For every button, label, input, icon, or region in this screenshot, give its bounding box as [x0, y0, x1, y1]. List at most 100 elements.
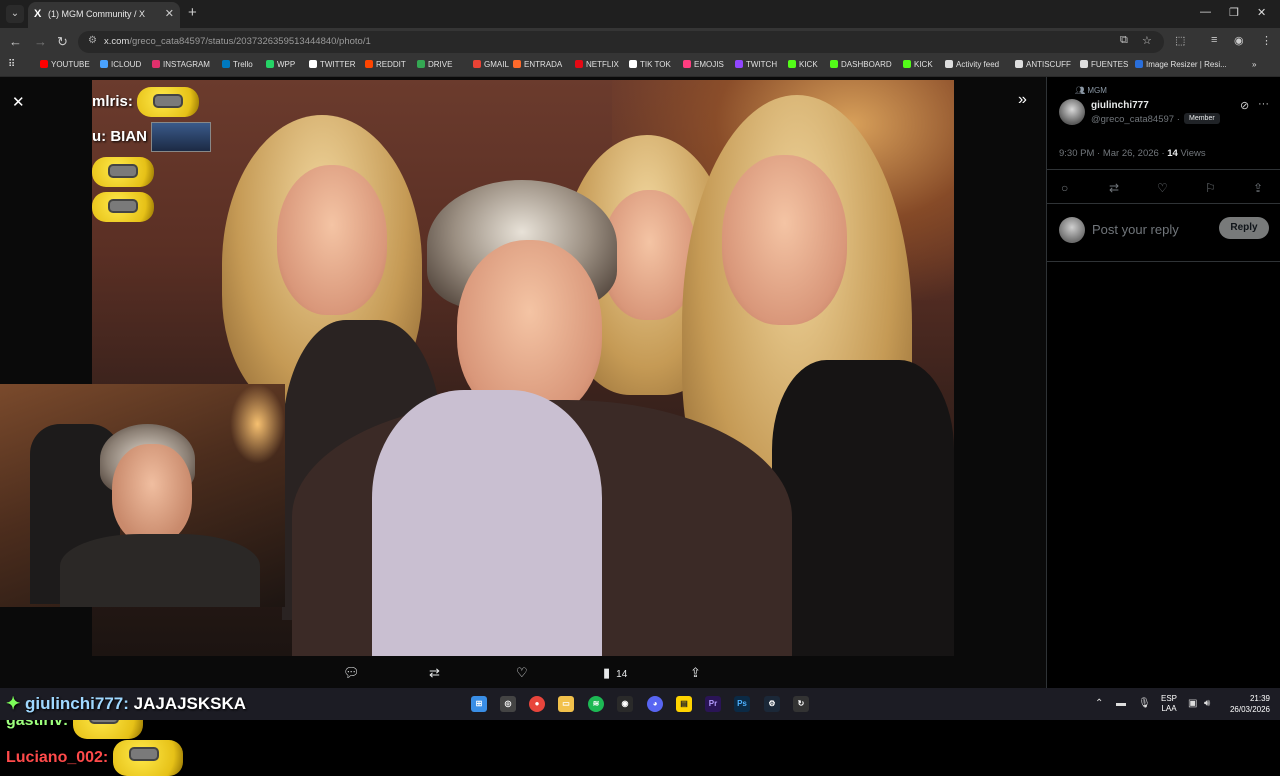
extensions-icon[interactable]: ⬚: [1175, 34, 1185, 47]
bookmark-item[interactable]: GMAIL: [473, 60, 509, 69]
bookmark-item[interactable]: DASHBOARD: [830, 60, 892, 69]
network-icon[interactable]: ▣: [1188, 698, 1197, 709]
bookmark-item[interactable]: Image Resizer | Resi...: [1135, 60, 1227, 69]
minimize-icon[interactable]: —: [1200, 6, 1211, 18]
views-button[interactable]: ▮ 14: [603, 665, 627, 681]
forward-icon[interactable]: →: [34, 34, 47, 49]
taskbar-app-icon[interactable]: ↻: [793, 696, 809, 712]
maximize-icon[interactable]: ❐: [1229, 6, 1239, 19]
stream-chat-message: JAJAJSKSKA: [133, 694, 247, 713]
region-code: LAA: [1161, 704, 1177, 713]
bookmark-label: ICLOUD: [111, 60, 142, 69]
bookmark-star-icon[interactable]: ☆: [1142, 34, 1152, 47]
bookmark-item[interactable]: TWITCH: [735, 60, 777, 69]
repost-icon[interactable]: ⇄: [1109, 181, 1119, 195]
browser-menu-icon[interactable]: ⋮: [1261, 34, 1272, 47]
tab-active[interactable]: X (1) MGM Community / X ✕: [28, 2, 180, 28]
share-icon[interactable]: ⇪: [690, 665, 701, 681]
collapse-panel-icon[interactable]: »: [1018, 91, 1027, 109]
grok-icon[interactable]: ⊘: [1240, 99, 1249, 112]
close-viewer-icon[interactable]: ✕: [12, 93, 25, 111]
share-icon[interactable]: ⇪: [1253, 181, 1263, 195]
reply-input[interactable]: Post your reply: [1092, 222, 1179, 237]
like-icon[interactable]: ♡: [516, 665, 528, 681]
reload-icon[interactable]: ↻: [57, 34, 68, 50]
url-input[interactable]: ⚙ x.com/greco_cata84597/status/203732635…: [78, 31, 1164, 53]
bookmark-item[interactable]: WPP: [266, 60, 295, 69]
bookmark-item[interactable]: EMOJIS: [683, 60, 724, 69]
tab-search-list-icon[interactable]: ≡: [1211, 34, 1217, 46]
reply-button[interactable]: Reply: [1219, 217, 1269, 239]
chrome-icon[interactable]: ●: [529, 696, 545, 712]
sticky-notes-icon[interactable]: ▤: [676, 696, 692, 712]
bookmark-item[interactable]: REDDIT: [365, 60, 406, 69]
tray-overflow-icon[interactable]: ⌃: [1095, 698, 1103, 709]
community-label[interactable]: 👥︎ MGM: [1075, 86, 1107, 95]
bookmark-item[interactable]: FUENTES: [1080, 60, 1128, 69]
bookmark-label: KICK: [799, 60, 818, 69]
bookmark-item[interactable]: DRIVE: [417, 60, 452, 69]
tab-search-icon[interactable]: ⌄: [6, 5, 24, 23]
file-explorer-icon[interactable]: ▭: [558, 696, 574, 712]
more-options-icon[interactable]: ···: [1258, 98, 1269, 110]
taskbar-app-icon[interactable]: ◎: [500, 696, 516, 712]
profile-avatar-icon[interactable]: ◉: [1234, 34, 1244, 47]
bookmark-item[interactable]: KICK: [903, 60, 933, 69]
install-app-icon[interactable]: ⧉: [1120, 34, 1128, 47]
bookmark-item[interactable]: TWITTER: [309, 60, 356, 69]
bookmark-item[interactable]: ANTISCUFF: [1015, 60, 1071, 69]
tab-close-icon[interactable]: ✕: [165, 7, 174, 20]
minion-emote-icon: [137, 87, 200, 117]
bookmark-item[interactable]: TIK TOK: [629, 60, 671, 69]
bookmark-label: YOUTUBE: [51, 60, 90, 69]
site-info-icon[interactable]: ⚙: [88, 35, 97, 46]
overlay-emote-row: [92, 192, 154, 222]
bookmark-favicon-icon: [1135, 60, 1143, 68]
bookmark-item[interactable]: ENTRADA: [513, 60, 562, 69]
bookmark-item[interactable]: NETFLIX: [575, 60, 619, 69]
bookmark-item[interactable]: Trello: [222, 60, 253, 69]
bookmark-icon[interactable]: ⚐: [1205, 181, 1216, 195]
author-handle[interactable]: @greco_cata84597 ·: [1091, 114, 1180, 125]
discord-icon[interactable]: ◕: [647, 696, 663, 712]
stream-chat-user: Luciano_002:: [6, 749, 109, 767]
author-avatar[interactable]: [1059, 99, 1085, 125]
start-icon[interactable]: ⊞: [471, 696, 487, 712]
bookmark-item[interactable]: INSTAGRAM: [152, 60, 210, 69]
steam-icon[interactable]: ⚙: [764, 696, 780, 712]
repost-icon[interactable]: ⇄: [429, 665, 440, 681]
apps-grid-icon[interactable]: ⠿: [8, 59, 15, 70]
bookmark-item[interactable]: Activity feed: [945, 60, 999, 69]
member-badge: Member: [1184, 113, 1220, 124]
bookmark-label: EMOJIS: [694, 60, 724, 69]
bookmark-label: FUENTES: [1091, 60, 1129, 69]
bookmark-item[interactable]: YOUTUBE: [40, 60, 90, 69]
premiere-icon[interactable]: Pr: [705, 696, 721, 712]
post-views-label: Views: [1180, 148, 1206, 159]
clock[interactable]: 21:39 26/03/2026: [1226, 693, 1270, 715]
post-detail-panel: 👥︎ MGM giulinchi777 @greco_cata84597 · M…: [1046, 77, 1280, 688]
x-logo-icon: X: [34, 8, 42, 20]
bookmark-label: TIK TOK: [640, 60, 671, 69]
clock-date: 26/03/2026: [1229, 705, 1270, 714]
bookmarks-overflow-icon[interactable]: »: [1252, 60, 1256, 69]
back-icon[interactable]: ←: [9, 34, 22, 49]
author-display-name[interactable]: giulinchi777: [1091, 100, 1149, 111]
user-photo-emote-icon: [151, 122, 212, 152]
language-indicator[interactable]: ESP LAA: [1161, 694, 1177, 714]
like-icon[interactable]: ♡: [1157, 181, 1168, 195]
minion-emote-icon: [92, 192, 154, 222]
window-close-icon[interactable]: ✕: [1257, 6, 1266, 19]
obs-icon[interactable]: ◉: [617, 696, 633, 712]
microphone-icon[interactable]: 🎙︎: [1138, 698, 1151, 709]
bookmark-item[interactable]: KICK: [788, 60, 818, 69]
spotify-icon[interactable]: ≋: [588, 696, 604, 712]
new-tab-icon[interactable]: +: [188, 4, 197, 21]
photoshop-icon[interactable]: Ps: [734, 696, 750, 712]
post-time[interactable]: 9:30 PM · Mar 26, 2026 ·: [1059, 148, 1165, 159]
volume-icon[interactable]: 🔊︎: [1204, 698, 1210, 709]
bookmark-item[interactable]: ICLOUD: [100, 60, 141, 69]
tray-app-icon[interactable]: ▬: [1116, 698, 1126, 709]
reply-icon[interactable]: ○: [1061, 181, 1068, 195]
reply-icon[interactable]: 💬︎: [343, 665, 360, 681]
